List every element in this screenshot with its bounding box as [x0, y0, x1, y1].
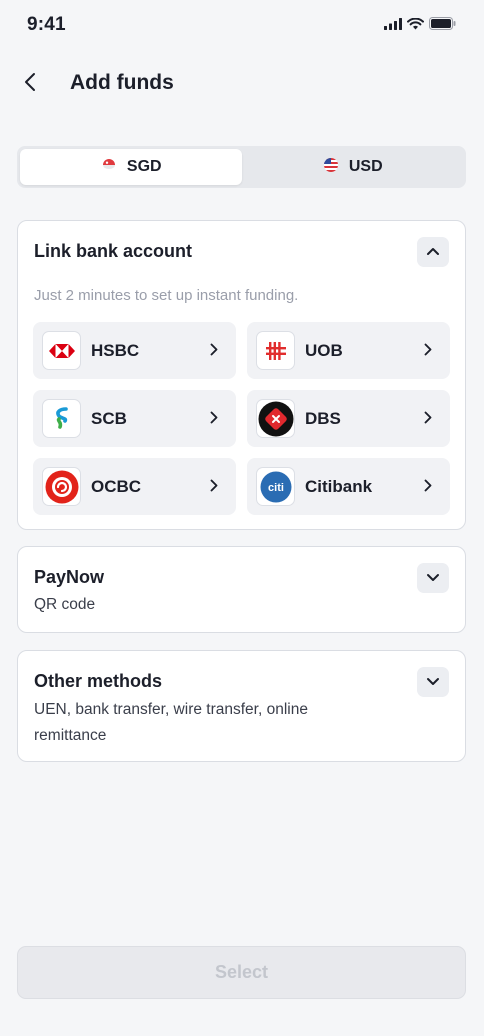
- collapse-link-bank-button[interactable]: [417, 237, 449, 267]
- chevron-right-icon: [210, 479, 218, 497]
- uob-logo-icon: [256, 331, 295, 370]
- cellular-signal-icon: [384, 17, 402, 35]
- tab-sgd-label: SGD: [126, 158, 162, 175]
- paynow-subtitle: QR code: [34, 596, 96, 613]
- paynow-title: PayNow: [34, 567, 105, 587]
- status-time: 9:41: [27, 14, 66, 35]
- other-methods-card[interactable]: Other methods UEN, bank transfer, wire t…: [17, 650, 466, 762]
- bank-tile-scb[interactable]: SCB: [33, 390, 236, 447]
- select-button[interactable]: Select: [17, 946, 466, 999]
- bank-tile-ocbc[interactable]: OCBC: [33, 458, 236, 515]
- bank-tile-uob[interactable]: UOB: [247, 322, 450, 379]
- page-title: Add funds: [70, 71, 174, 94]
- chevron-right-icon: [424, 479, 432, 497]
- status-icons: [384, 17, 456, 35]
- bank-name: Citibank: [305, 477, 373, 496]
- other-methods-subtitle: UEN, bank transfer, wire transfer, onlin…: [34, 701, 308, 744]
- link-bank-title: Link bank account: [34, 241, 193, 261]
- chevron-up-icon: [426, 243, 440, 261]
- hsbc-logo-icon: [42, 331, 81, 370]
- wifi-icon: [407, 17, 424, 35]
- tab-sgd[interactable]: SGD: [20, 149, 242, 185]
- tab-usd[interactable]: USD: [242, 149, 464, 185]
- status-bar: 9:41: [0, 0, 484, 48]
- bank-tile-dbs[interactable]: DBS: [247, 390, 450, 447]
- chevron-right-icon: [210, 343, 218, 361]
- battery-icon: [429, 17, 456, 35]
- chevron-right-icon: [424, 411, 432, 429]
- link-bank-subtitle: Just 2 minutes to set up instant funding…: [34, 287, 299, 304]
- header: Add funds: [0, 60, 484, 108]
- dbs-logo-icon: [256, 399, 295, 438]
- scb-logo-icon: [42, 399, 81, 438]
- bank-name: HSBC: [91, 341, 140, 360]
- us-flag-icon: [322, 157, 340, 177]
- citibank-logo-icon: citi: [256, 467, 295, 506]
- chevron-right-icon: [210, 411, 218, 429]
- back-button[interactable]: [16, 68, 44, 100]
- bank-tile-citibank[interactable]: citi Citibank: [247, 458, 450, 515]
- bank-name: DBS: [305, 409, 341, 428]
- bank-name: UOB: [305, 341, 343, 360]
- other-methods-title: Other methods: [34, 671, 163, 691]
- ocbc-logo-icon: [42, 467, 81, 506]
- bank-tile-hsbc[interactable]: HSBC: [33, 322, 236, 379]
- tab-usd-label: USD: [348, 158, 383, 175]
- citibank-logo-text: citi: [268, 482, 284, 494]
- paynow-card[interactable]: PayNow QR code: [17, 546, 466, 633]
- expand-other-methods-button[interactable]: [417, 667, 449, 697]
- chevron-right-icon: [424, 343, 432, 361]
- link-bank-card: Link bank account Just 2 minutes to set …: [17, 220, 466, 530]
- chevron-down-icon: [426, 569, 440, 587]
- bank-grid: HSBC UOB SCB DBS OCBC citi Citibank: [33, 322, 451, 515]
- expand-paynow-button[interactable]: [417, 563, 449, 593]
- bank-name: SCB: [91, 409, 127, 428]
- singapore-flag-icon: [100, 158, 118, 176]
- chevron-down-icon: [426, 673, 440, 691]
- currency-switcher: SGD USD: [17, 146, 466, 188]
- chevron-left-icon: [24, 72, 36, 97]
- bank-name: OCBC: [91, 477, 142, 496]
